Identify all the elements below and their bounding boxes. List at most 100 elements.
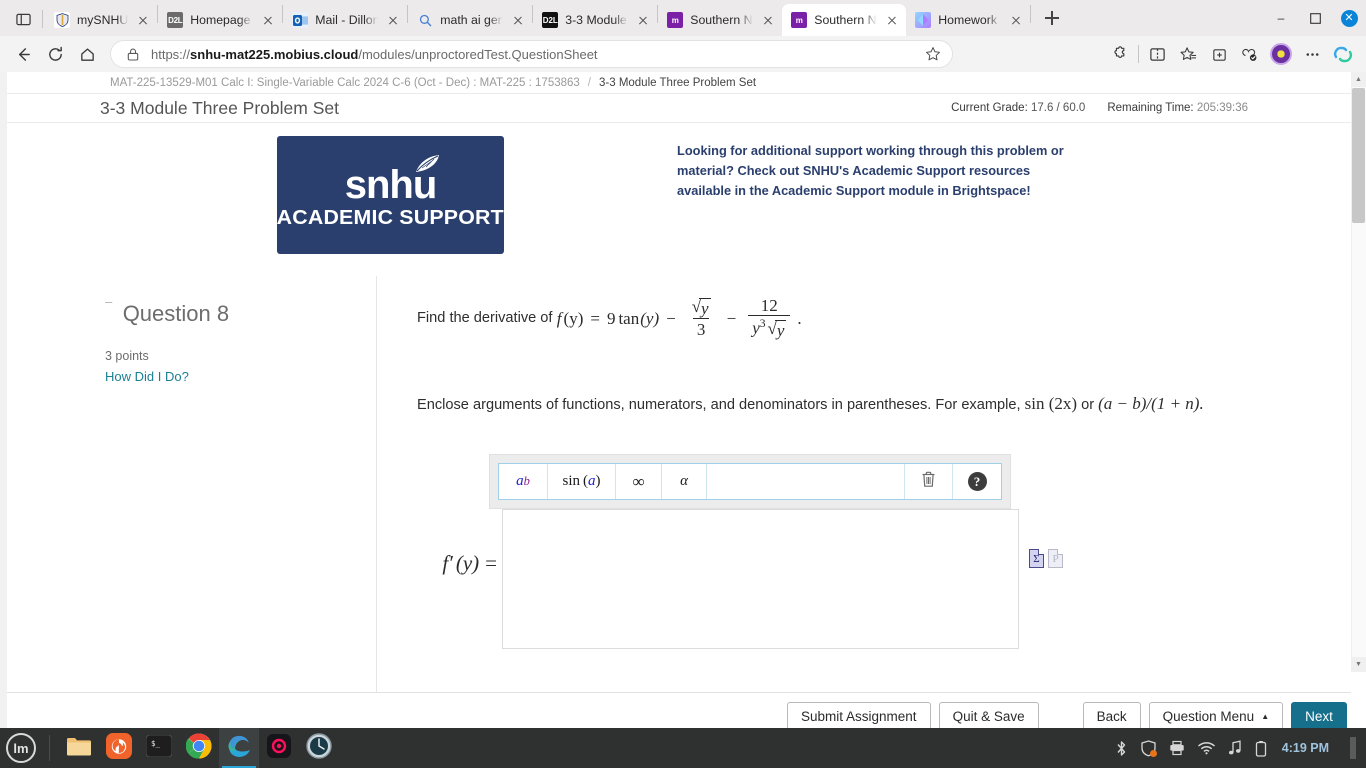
scroll-down-arrow[interactable]: ▼ [1351, 657, 1366, 672]
music-icon[interactable] [1228, 740, 1242, 756]
files-icon [66, 735, 92, 762]
files-app-button[interactable] [59, 728, 99, 768]
new-tab-button[interactable] [1037, 3, 1067, 33]
instructions-or: or [1081, 397, 1095, 413]
alpha-icon: α [680, 473, 688, 490]
tab-search-icon[interactable] [6, 2, 40, 36]
browser-tab-search[interactable]: math ai gener [408, 4, 532, 36]
printer-icon[interactable] [1169, 740, 1185, 756]
home-button[interactable] [72, 39, 102, 69]
sin-label: sin [562, 473, 580, 490]
tab-close-icon[interactable] [260, 12, 276, 28]
collections-add-icon[interactable] [1204, 39, 1234, 69]
reload-button[interactable] [40, 39, 70, 69]
page-title: 3-3 Module Three Problem Set [100, 97, 339, 118]
tab-close-icon[interactable] [884, 12, 900, 28]
bluetooth-icon[interactable] [1115, 740, 1128, 757]
clear-answer-button[interactable] [905, 464, 953, 500]
scroll-up-arrow[interactable]: ▲ [1351, 72, 1366, 87]
minus-sign-1: − [666, 308, 676, 328]
square-root: √ y [768, 319, 787, 339]
browser-tab-mail[interactable]: Mail - Dillon, C [283, 4, 407, 36]
taskbar-clock[interactable]: 4:19 PM [1282, 741, 1329, 755]
mint-menu-button[interactable]: lm [6, 733, 36, 763]
chrome-app-button[interactable] [179, 728, 219, 768]
tab-close-icon[interactable] [135, 12, 151, 28]
extensions-icon[interactable] [1105, 39, 1135, 69]
homework-icon [915, 12, 932, 28]
square-root: √ y [692, 298, 711, 317]
submit-assignment-button[interactable]: Submit Assignment [787, 701, 931, 732]
scroll-thumb[interactable] [1352, 88, 1365, 223]
media-app-button[interactable] [259, 728, 299, 768]
profile-avatar[interactable] [1266, 39, 1296, 69]
greek-alpha-button[interactable]: α [662, 464, 707, 500]
breadcrumb: MAT-225-13529-M01 Calc I: Single-Variabl… [0, 72, 1366, 94]
browser-tab-homepage[interactable]: D2L Homepage - M [158, 4, 282, 36]
mint-menu-label: lm [13, 740, 29, 756]
edge-app-button[interactable] [219, 728, 259, 768]
minimize-button[interactable]: – [1264, 3, 1298, 33]
quit-and-save-button[interactable]: Quit & Save [938, 701, 1039, 732]
answer-input[interactable] [502, 509, 1019, 650]
clock-app-button[interactable] [299, 728, 339, 768]
tab-close-icon[interactable] [385, 12, 401, 28]
browser-tab-southern-new-2-active[interactable]: m Southern New [782, 4, 907, 36]
next-button[interactable]: Next [1291, 701, 1347, 732]
tab-list: mySNHU D2L Homepage - M Mail - Dillon, C [45, 0, 1264, 36]
help-button[interactable]: ? [953, 464, 1001, 499]
maximize-restore-button[interactable] [1298, 3, 1332, 33]
firefox-app-button[interactable] [99, 728, 139, 768]
exponent-button[interactable]: ab [499, 464, 548, 500]
tab-title: Mail - Dillon, C [315, 13, 379, 27]
current-grade: Current Grade: 17.6 / 60.0 [951, 102, 1085, 114]
browser-essentials-icon[interactable] [1235, 39, 1265, 69]
shield-update-icon[interactable] [1141, 739, 1157, 757]
tab-close-icon[interactable] [635, 12, 651, 28]
back-button[interactable] [8, 39, 38, 69]
sigma-preview-icon[interactable]: Σ [1029, 549, 1044, 569]
question-menu-button[interactable]: Question Menu ▲ [1148, 701, 1284, 732]
browser-tab-southern-new-1[interactable]: m Southern New [658, 4, 782, 36]
close-window-button[interactable]: ✕ [1332, 3, 1366, 33]
battery-icon[interactable] [1255, 740, 1267, 757]
assignment-meta: Current Grade: 17.6 / 60.0 Remaining Tim… [951, 102, 1366, 114]
bookmark-star-icon[interactable] [920, 41, 946, 67]
how-did-i-do-link[interactable]: How Did I Do? [105, 369, 189, 384]
wifi-icon[interactable] [1198, 741, 1215, 755]
trig-function-button[interactable]: sin(a) [548, 464, 616, 500]
infinity-button[interactable]: ∞ [616, 464, 662, 500]
browser-tab-homework[interactable]: Homework Sp [906, 4, 1030, 36]
favorites-icon[interactable] [1173, 39, 1203, 69]
breadcrumb-course[interactable]: MAT-225-13529-M01 Calc I: Single-Variabl… [110, 77, 580, 89]
copilot-icon[interactable] [1328, 39, 1358, 69]
toolbar-spacer [707, 464, 905, 500]
breadcrumb-separator: / [587, 76, 591, 89]
tab-close-icon[interactable] [1008, 12, 1024, 28]
equals-sign: = [590, 308, 600, 328]
edge-icon [226, 733, 252, 764]
left-button-group: Submit Assignment Quit & Save [787, 701, 1039, 732]
page-scrollbar[interactable]: ▲ ▼ [1351, 72, 1366, 672]
help-icon: ? [967, 472, 987, 492]
terminal-app-button[interactable]: $_ [139, 728, 179, 768]
browser-tab-mysnhu[interactable]: mySNHU [45, 4, 157, 36]
collapse-question-icon[interactable]: – [105, 294, 112, 309]
breadcrumb-current: 3-3 Module Three Problem Set [599, 76, 757, 89]
tab-close-icon[interactable] [760, 12, 776, 28]
plain-preview-icon[interactable]: P [1048, 549, 1063, 569]
address-bar[interactable]: https://snhu-mat225.mobius.cloud/modules… [110, 40, 953, 68]
settings-more-icon[interactable] [1297, 39, 1327, 69]
function-arg: (y) [563, 308, 584, 328]
browser-tab-module-three[interactable]: D2L 3-3 Module Th [533, 4, 657, 36]
svg-text:$_: $_ [151, 739, 161, 748]
show-desktop-button[interactable] [1350, 737, 1356, 759]
tab-close-icon[interactable] [510, 12, 526, 28]
taskbar-divider [49, 735, 50, 761]
mobius-icon: m [791, 12, 808, 28]
right-button-group: Back Question Menu ▲ Next [1082, 701, 1347, 732]
snhu-shield-icon [54, 12, 70, 28]
split-screen-icon[interactable] [1142, 39, 1172, 69]
back-button[interactable]: Back [1082, 701, 1141, 732]
infinity-icon: ∞ [632, 471, 645, 491]
